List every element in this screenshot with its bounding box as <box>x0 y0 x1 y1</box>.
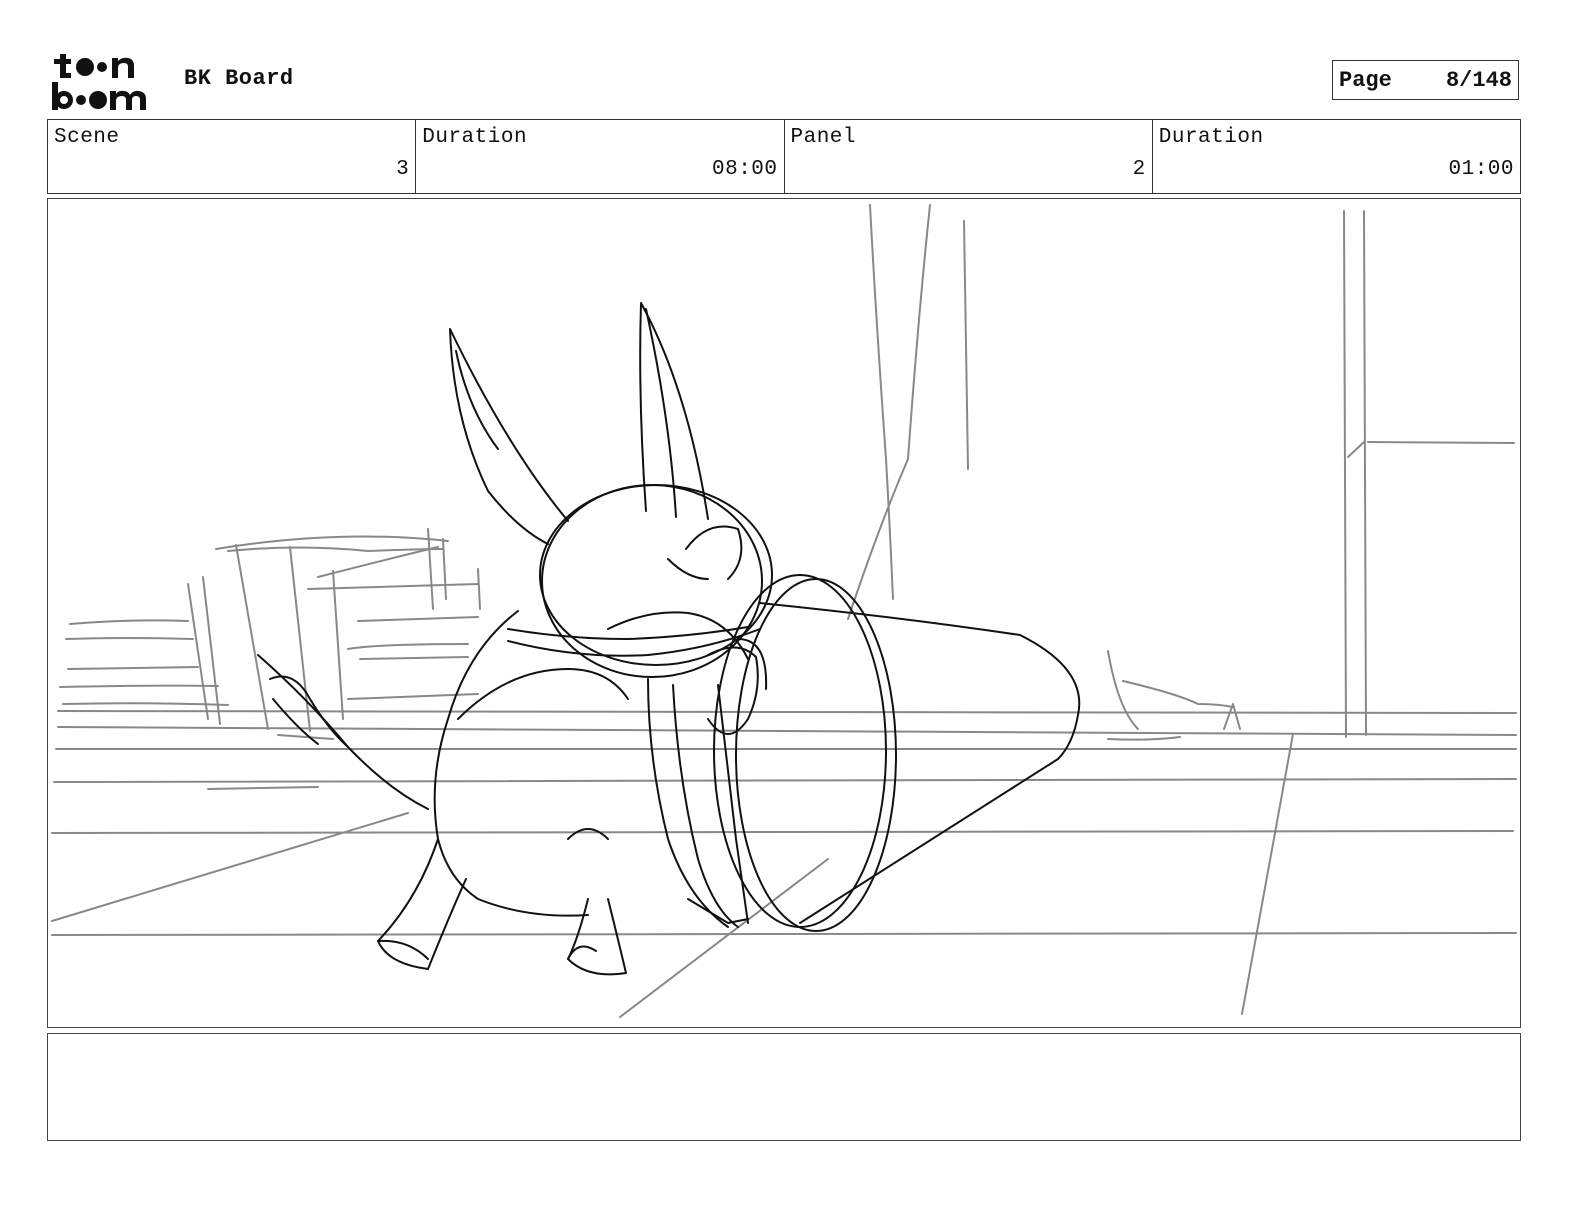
scene-duration-cell: Duration 08:00 <box>416 120 785 193</box>
toon-boom-logo <box>52 54 146 110</box>
page-label: Page <box>1339 67 1392 93</box>
scene-info-row: Scene 3 Duration 08:00 Panel 2 Duration … <box>47 119 1521 194</box>
project-title: BK Board <box>184 66 294 91</box>
scene-duration-label: Duration <box>422 126 528 149</box>
panel-caption-box <box>47 1033 1521 1141</box>
panel-value: 2 <box>1132 158 1146 181</box>
panel-duration-cell: Duration 01:00 <box>1153 120 1520 193</box>
page-number: 8/148 <box>1445 67 1512 93</box>
scene-label: Scene <box>54 126 120 149</box>
panel-duration-label: Duration <box>1158 126 1264 149</box>
scene-value: 3 <box>396 158 410 181</box>
scene-duration-value: 08:00 <box>711 158 778 181</box>
storyboard-panel <box>47 198 1521 1028</box>
panel-cell: Panel 2 <box>785 120 1153 193</box>
panel-duration-value: 01:00 <box>1448 158 1514 181</box>
panel-sketch <box>51 204 1517 1018</box>
page-indicator: Page 8/148 <box>1332 60 1519 100</box>
panel-label: Panel <box>790 126 857 149</box>
scene-cell: Scene 3 <box>48 120 417 193</box>
